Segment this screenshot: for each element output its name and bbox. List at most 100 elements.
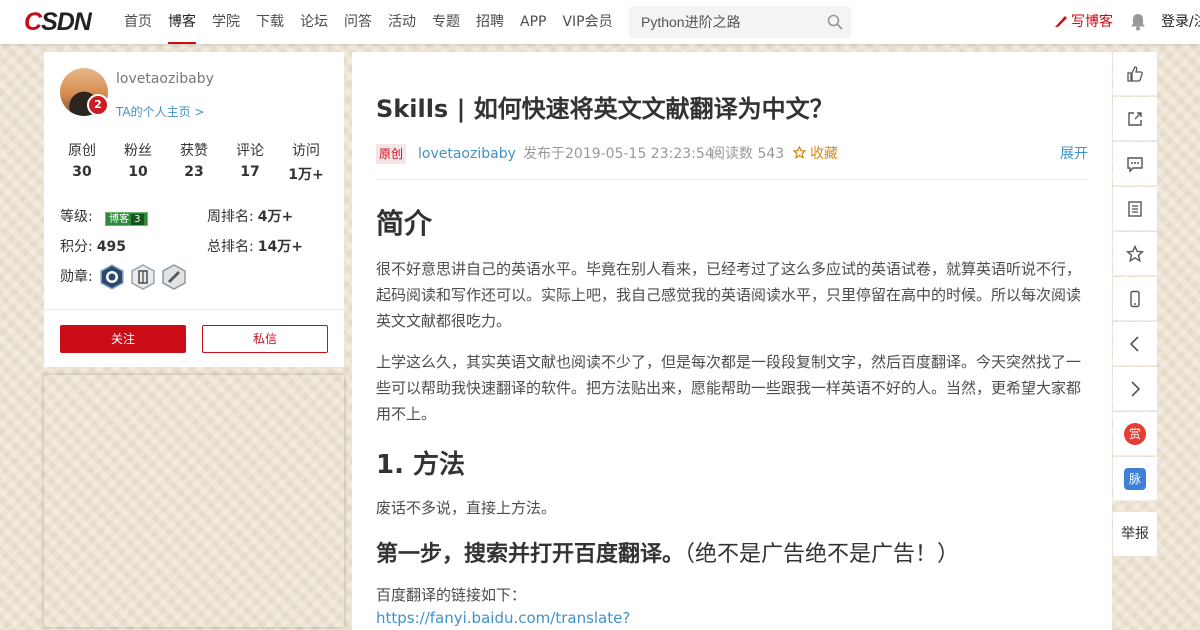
report-button[interactable]: 举报 xyxy=(1113,512,1157,556)
favorite-button[interactable]: 收藏 xyxy=(792,144,838,164)
heading-step-1: 第一步，搜索并打开百度翻译。（绝不是广告绝不是广告！） xyxy=(376,536,959,568)
weekly-rank-label: 周排名: xyxy=(207,209,254,225)
stat-label: 原创 xyxy=(68,143,96,159)
expand-button[interactable]: 展开 xyxy=(1060,144,1088,164)
read-count: 阅读数 543 xyxy=(711,146,785,162)
nav-item-qa[interactable]: 问答 xyxy=(336,0,380,44)
github-medal-icon[interactable] xyxy=(99,264,125,290)
paragraph-4: 百度翻译的链接如下： xyxy=(376,586,527,604)
catalog-icon xyxy=(1128,201,1142,217)
level-avatar-badge: 2 xyxy=(87,94,109,116)
nav-item-forum[interactable]: 论坛 xyxy=(292,0,336,44)
favorite-tool-button[interactable] xyxy=(1113,232,1157,276)
stat-label: 粉丝 xyxy=(124,143,152,159)
mobile-icon xyxy=(1130,290,1140,308)
stat-fans: 粉丝 10 xyxy=(116,140,160,184)
nav-item-home[interactable]: 首页 xyxy=(116,0,160,44)
profile-divider xyxy=(44,309,344,310)
catalog-button[interactable] xyxy=(1113,187,1157,231)
medals-row: 勋章: xyxy=(60,266,93,286)
stat-comments: 评论 17 xyxy=(228,140,272,184)
write-blog-label: 写博客 xyxy=(1071,14,1113,30)
nav-item-app[interactable]: APP xyxy=(512,0,554,44)
connections-button[interactable]: 脉 xyxy=(1113,457,1157,501)
medals-label: 勋章: xyxy=(60,269,93,285)
level-label: 等级: xyxy=(60,209,93,225)
article-meta: 原创 lovetaozibaby 发布于2019-05-15 23:23:54 … xyxy=(376,144,1088,164)
search-input[interactable] xyxy=(629,6,819,38)
nav-item-blog[interactable]: 博客 xyxy=(160,0,204,44)
level-badge[interactable]: 博客 3 xyxy=(105,212,148,226)
paragraph-2: 上学这么久，其实英语文献也阅读不少了，但是每次都是一段段复制文字，然后百度翻译。… xyxy=(376,353,1082,423)
comment-button[interactable] xyxy=(1113,142,1157,186)
prev-icon xyxy=(1129,336,1139,352)
points-label: 积分: xyxy=(60,239,93,255)
publish-time: 发布于2019-05-15 23:23:54 xyxy=(523,146,714,162)
sidebar-ad-placeholder xyxy=(44,375,344,627)
total-rank-label: 总排名: xyxy=(207,239,254,255)
total-rank-value: 14万+ xyxy=(257,239,303,255)
stat-visits: 访问 1万+ xyxy=(284,140,328,184)
baidu-translate-link[interactable]: https://fanyi.baidu.com/translate? xyxy=(376,609,630,627)
previous-article-button[interactable] xyxy=(1113,322,1157,366)
author-link[interactable]: lovetaozibaby xyxy=(418,144,516,164)
stat-value: 30 xyxy=(72,164,92,180)
stat-value: 17 xyxy=(240,164,260,180)
csdn-logo[interactable]: CSDN xyxy=(24,9,104,35)
step-1-note: （绝不是广告绝不是广告！） xyxy=(684,542,960,567)
step-1-text: 第一步，搜索并打开百度翻译。 xyxy=(376,542,685,567)
reward-icon: 赏 xyxy=(1124,423,1146,445)
connections-icon: 脉 xyxy=(1124,468,1146,490)
blogger-medal-icon[interactable] xyxy=(161,264,187,290)
reward-button[interactable]: 赏 xyxy=(1113,412,1157,456)
nav-item-events[interactable]: 活动 xyxy=(380,0,424,44)
star-icon xyxy=(1126,245,1144,263)
stat-label: 获赞 xyxy=(180,143,208,159)
like-button[interactable] xyxy=(1113,52,1157,96)
paragraph-3: 废话不多说，直接上方法。 xyxy=(376,499,557,517)
paragraph-1: 很不好意思讲自己的英语水平。毕竟在别人看来，已经考过了这么多应试的英语试卷，就算… xyxy=(376,260,1082,330)
stat-original: 原创 30 xyxy=(60,140,104,184)
meta-divider xyxy=(376,179,1088,180)
favorite-label: 收藏 xyxy=(810,146,838,162)
medals-list xyxy=(99,264,192,290)
homepage-link[interactable]: TA的个人主页 > xyxy=(116,103,204,120)
nav-item-vip[interactable]: VIP会员 xyxy=(554,0,620,44)
like-icon xyxy=(1127,66,1143,82)
heading-method: 1. 方法 xyxy=(376,450,466,480)
top-navigation-bar: CSDN 首页 博客 学院 下载 论坛 问答 活动 专题 招聘 APP VIP会… xyxy=(0,0,1200,44)
author-profile-card: 2 lovetaozibaby TA的个人主页 > 原创 30 粉丝 10 获赞… xyxy=(44,52,344,367)
nav-item-download[interactable]: 下载 xyxy=(248,0,292,44)
level-row: 等级: 博客 3 xyxy=(60,206,148,226)
heading-intro: 简介 xyxy=(376,207,433,240)
persistence-medal-icon[interactable] xyxy=(130,264,156,290)
points-value: 495 xyxy=(96,239,126,255)
comment-icon xyxy=(1127,157,1143,173)
nav-item-academy[interactable]: 学院 xyxy=(204,0,248,44)
original-tag: 原创 xyxy=(376,144,407,164)
next-icon xyxy=(1131,381,1141,397)
search-box xyxy=(629,6,851,38)
pen-icon xyxy=(1055,16,1067,27)
stat-label: 访问 xyxy=(292,143,320,159)
weekly-rank-row: 周排名: 4万+ xyxy=(207,206,293,226)
search-icon[interactable] xyxy=(827,14,843,30)
stat-value: 23 xyxy=(184,164,204,180)
nav-item-topics[interactable]: 专题 xyxy=(424,0,468,44)
write-blog-button[interactable]: 写博客 xyxy=(1054,0,1113,44)
stat-likes: 获赞 23 xyxy=(172,140,216,184)
login-link[interactable]: 登录/注册 xyxy=(1161,0,1200,44)
mobile-view-button[interactable] xyxy=(1113,277,1157,321)
nav-item-jobs[interactable]: 招聘 xyxy=(468,0,512,44)
share-button[interactable] xyxy=(1113,97,1157,141)
article-title: Skills | 如何快速将英文文献翻译为中文？ xyxy=(376,95,834,123)
profile-username[interactable]: lovetaozibaby xyxy=(116,71,214,87)
stat-value: 1万+ xyxy=(288,167,324,183)
bell-icon[interactable] xyxy=(1130,13,1146,31)
stat-label: 评论 xyxy=(236,143,264,159)
level-badge-text: 博客 xyxy=(109,214,130,225)
private-message-button[interactable]: 私信 xyxy=(202,325,328,353)
article-container: Skills | 如何快速将英文文献翻译为中文？ 原创 lovetaozibab… xyxy=(352,52,1112,630)
follow-button[interactable]: 关注 xyxy=(60,325,186,353)
next-article-button[interactable] xyxy=(1113,367,1157,411)
